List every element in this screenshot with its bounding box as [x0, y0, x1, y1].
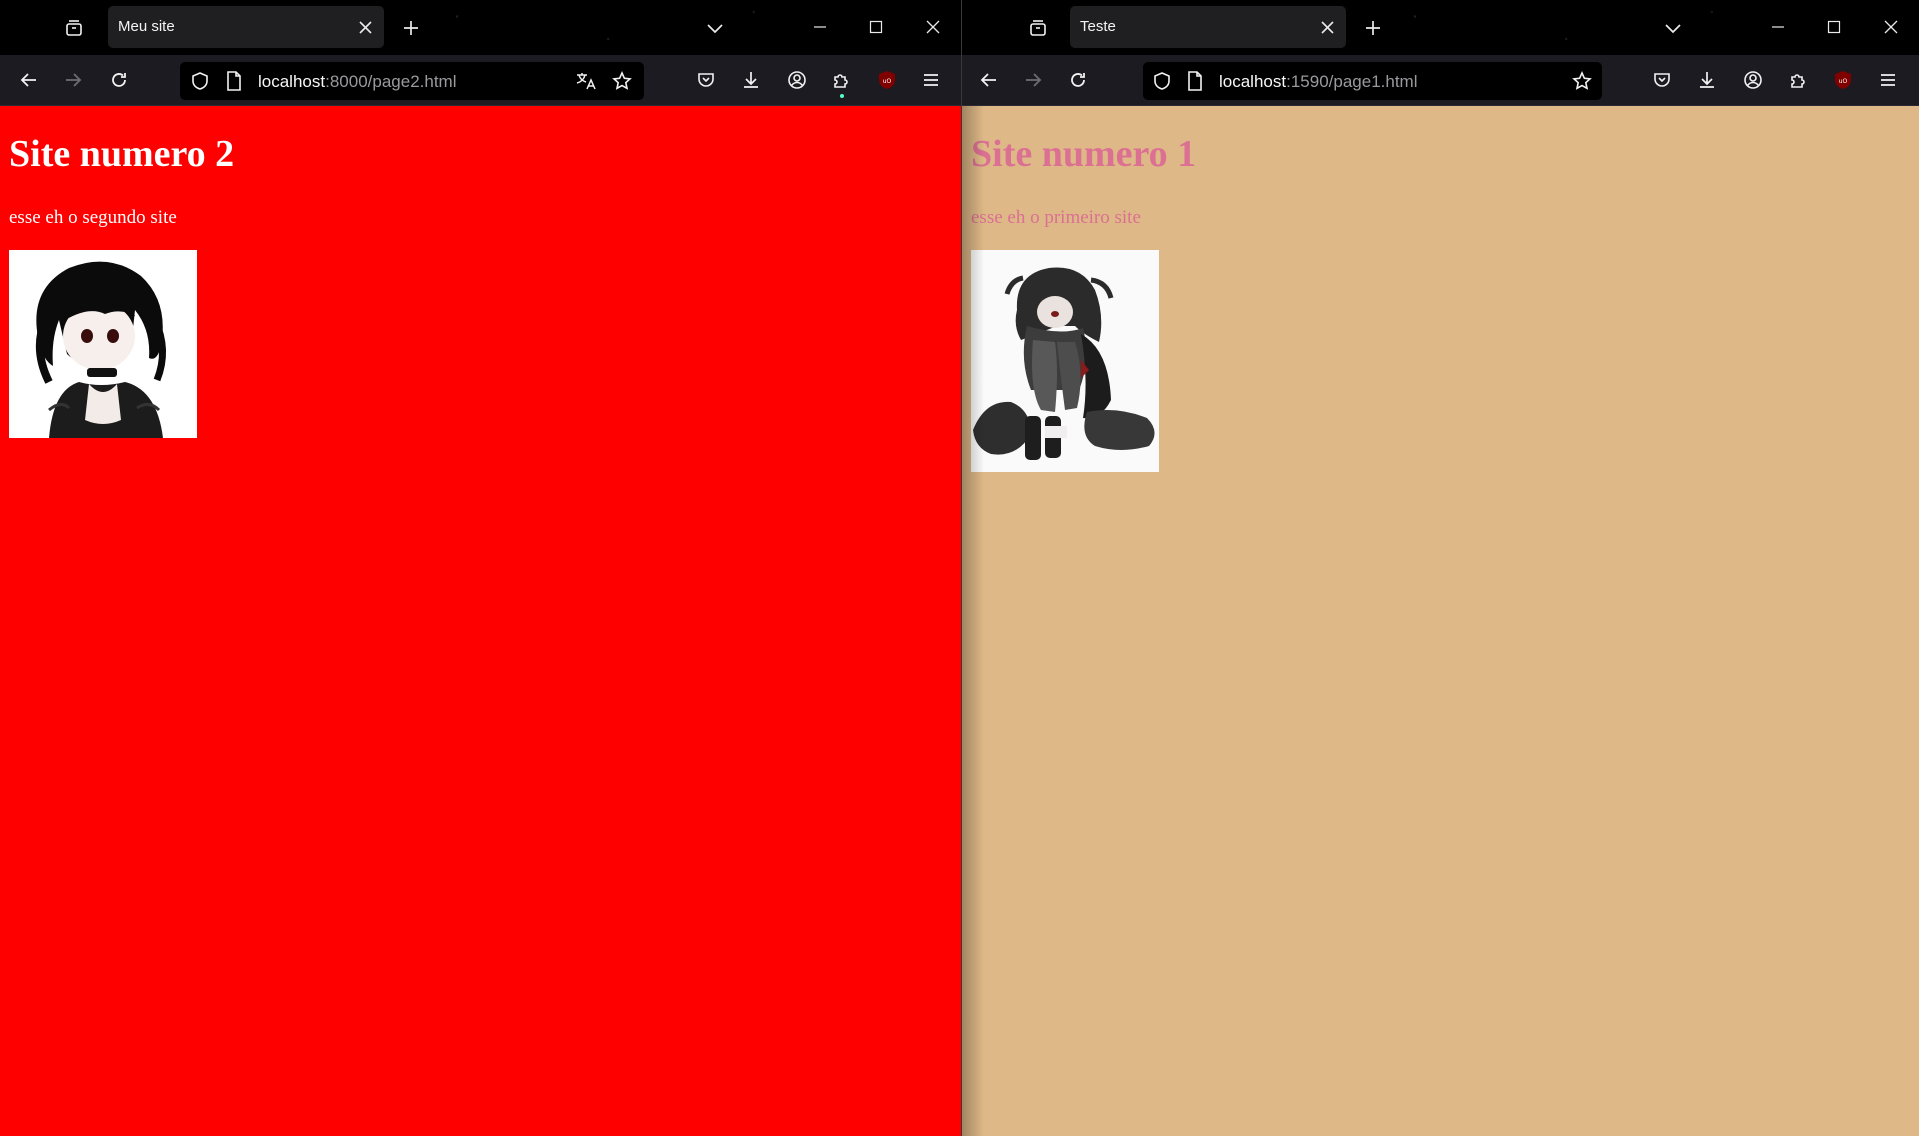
close-icon[interactable] [905, 8, 961, 46]
anime-girl-portrait [9, 250, 197, 438]
url-text[interactable]: localhost:8000/page2.html [258, 72, 457, 92]
tab-title: Meu site [118, 18, 175, 35]
arrow-right-icon[interactable] [1017, 64, 1049, 96]
page-icon[interactable] [1183, 69, 1207, 93]
account-icon[interactable] [1737, 64, 1769, 96]
tab-manager-icon[interactable] [58, 13, 90, 43]
minimize-icon[interactable] [1750, 8, 1806, 46]
close-icon[interactable] [1316, 16, 1338, 38]
close-icon[interactable] [1863, 8, 1919, 46]
maximize-icon[interactable] [848, 8, 904, 46]
pocket-icon[interactable] [1646, 64, 1678, 96]
anime-girl-sitting [971, 250, 1159, 472]
ublock-origin-icon[interactable]: uO [1827, 64, 1859, 96]
navigation-toolbar: localhost:8000/page2.html uO [0, 55, 961, 106]
pocket-icon[interactable] [690, 64, 722, 96]
star-icon[interactable] [1570, 69, 1594, 93]
arrow-left-icon[interactable] [13, 64, 45, 96]
plus-icon[interactable] [1357, 12, 1389, 44]
minimize-icon[interactable] [792, 8, 848, 46]
download-icon[interactable] [735, 64, 767, 96]
translate-icon[interactable] [574, 69, 598, 93]
url-host: localhost [1219, 72, 1287, 91]
reload-icon[interactable] [103, 64, 135, 96]
account-icon[interactable] [781, 64, 813, 96]
close-icon[interactable] [354, 16, 376, 38]
maximize-icon[interactable] [1806, 8, 1862, 46]
navigation-toolbar: localhost:1590/page1.html uO [962, 55, 1919, 106]
shield-icon[interactable] [1150, 69, 1174, 93]
page-heading: Site numero 1 [971, 133, 1197, 175]
page-content: Site numero 2 esse eh o segundo site [0, 106, 961, 1136]
tab-bar: Meu site [0, 0, 961, 55]
tab-bar: Teste [962, 0, 1919, 55]
puzzle-icon[interactable] [1782, 64, 1814, 96]
puzzle-icon[interactable] [825, 64, 857, 98]
right-browser-window: Teste localhost:1590/page1.html uO Site … [962, 0, 1919, 1136]
plus-icon[interactable] [395, 12, 427, 44]
chevron-down-icon[interactable] [698, 12, 732, 44]
tab-active[interactable]: Meu site [108, 6, 384, 48]
left-browser-window: Meu site localhost:8000/page2.html uO Si… [0, 0, 961, 1136]
url-host: localhost [258, 72, 326, 91]
tab-title: Teste [1080, 18, 1116, 35]
star-icon[interactable] [610, 69, 634, 93]
tab-manager-icon[interactable] [1022, 13, 1054, 43]
url-path: :8000/page2.html [325, 72, 457, 91]
arrow-right-icon[interactable] [57, 64, 89, 96]
chevron-down-icon[interactable] [1656, 12, 1690, 44]
page-content: Site numero 1 esse eh o primeiro site [962, 106, 1919, 1136]
hamburger-menu-icon[interactable] [1872, 64, 1904, 96]
url-text[interactable]: localhost:1590/page1.html [1219, 72, 1418, 92]
svg-text:uO: uO [1839, 78, 1848, 85]
reload-icon[interactable] [1062, 64, 1094, 96]
shield-icon[interactable] [188, 69, 212, 93]
notification-dot [840, 94, 844, 98]
page-heading: Site numero 2 [9, 133, 235, 175]
page-icon[interactable] [222, 69, 246, 93]
hamburger-menu-icon[interactable] [915, 64, 947, 96]
ublock-origin-icon[interactable]: uO [871, 64, 903, 96]
url-bar[interactable]: localhost:8000/page2.html [180, 62, 644, 100]
download-icon[interactable] [1691, 64, 1723, 96]
url-path: :1590/page1.html [1286, 72, 1418, 91]
tab-active[interactable]: Teste [1070, 6, 1346, 48]
page-paragraph: esse eh o primeiro site [971, 207, 1141, 228]
svg-text:uO: uO [883, 78, 892, 85]
page-paragraph: esse eh o segundo site [9, 207, 177, 228]
url-bar[interactable]: localhost:1590/page1.html [1143, 62, 1602, 100]
arrow-left-icon[interactable] [973, 64, 1005, 96]
